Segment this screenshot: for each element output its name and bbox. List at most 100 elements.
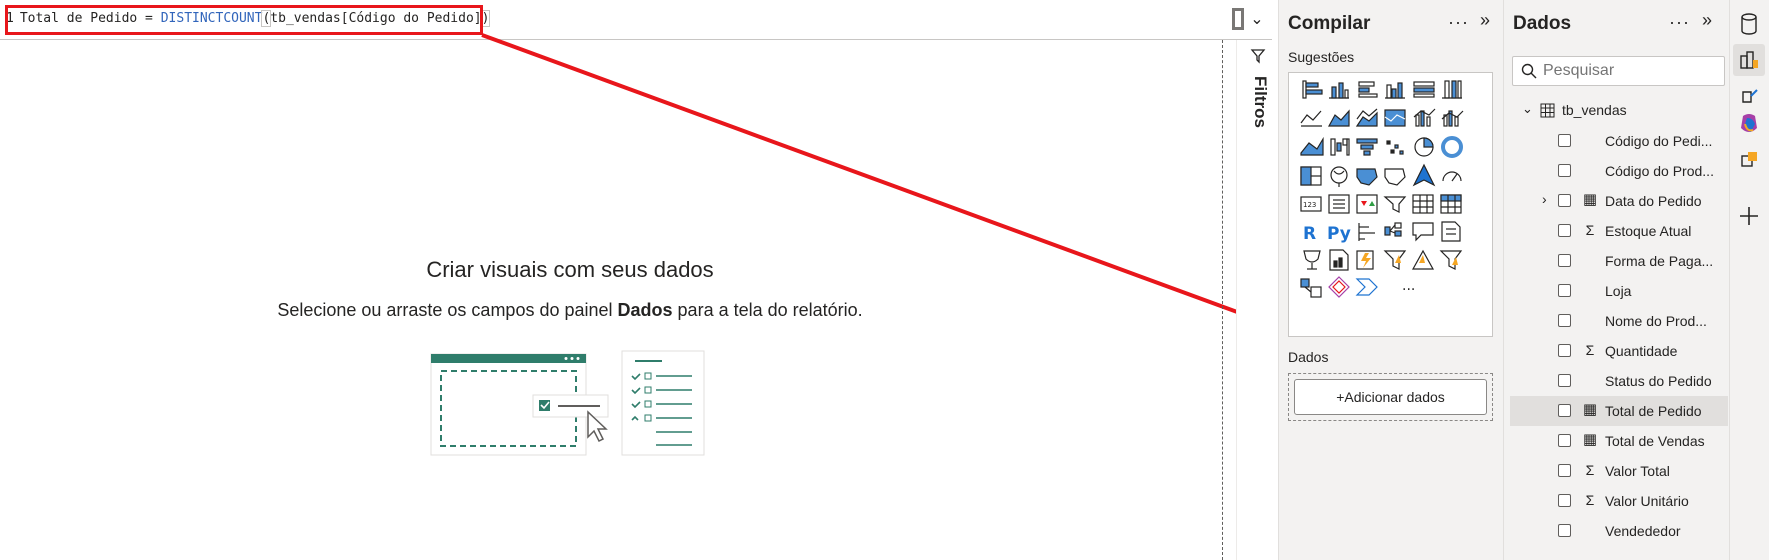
field-row[interactable]: Código do Pedi...: [1510, 126, 1728, 156]
more-visuals-icon[interactable]: ···: [1402, 282, 1415, 298]
chevron-right-icon[interactable]: ›: [1542, 191, 1547, 207]
stacked-area-chart-icon[interactable]: [1355, 108, 1378, 127]
filter-icon[interactable]: [1250, 48, 1266, 64]
r-visual-icon[interactable]: R: [1303, 224, 1316, 244]
bookmark-pane-toggle-icon[interactable]: [1733, 145, 1765, 177]
data-search-input[interactable]: [1541, 60, 1721, 82]
field-row[interactable]: ▦ Total de Vendas: [1510, 426, 1728, 456]
sigma-icon: Σ: [1585, 462, 1595, 478]
field-checkbox[interactable]: [1558, 224, 1571, 237]
field-row[interactable]: Σ Quantidade: [1510, 336, 1728, 366]
data-pane-toggle-icon[interactable]: [1733, 8, 1765, 40]
copilot-icon[interactable]: [1733, 108, 1765, 140]
data-pane-collapse-icon[interactable]: »: [1702, 10, 1712, 31]
card-icon[interactable]: 123: [1300, 196, 1322, 212]
build-pane-more-icon[interactable]: ···: [1448, 12, 1469, 33]
ribbon-chart-icon[interactable]: [1300, 136, 1324, 156]
power-apps-visual-icon[interactable]: [1328, 276, 1350, 298]
field-row[interactable]: Loja: [1510, 276, 1728, 306]
calculator-icon: ▦: [1582, 431, 1598, 448]
shape-map-icon[interactable]: [1384, 168, 1406, 186]
power-automate-icon[interactable]: [1356, 250, 1374, 270]
line-stacked-column-chart-icon[interactable]: [1441, 110, 1464, 127]
data-pane-more-icon[interactable]: ···: [1669, 12, 1690, 33]
scatter-chart-icon[interactable]: [1386, 140, 1404, 155]
100-stacked-column-chart-icon[interactable]: [1442, 80, 1462, 99]
chevron-down-icon[interactable]: ⌄: [1522, 101, 1533, 117]
kpi-icon[interactable]: [1356, 194, 1378, 214]
python-visual-icon[interactable]: Py: [1327, 224, 1351, 244]
field-checkbox[interactable]: [1558, 164, 1571, 177]
add-data-button[interactable]: +Adicionar dados: [1294, 379, 1487, 415]
line-chart-icon[interactable]: [1300, 110, 1322, 127]
table-icon[interactable]: [1412, 194, 1434, 214]
qna-icon[interactable]: [1412, 222, 1434, 242]
custom-visual-b-icon[interactable]: [1439, 250, 1463, 270]
stacked-column-chart-icon[interactable]: [1329, 82, 1349, 99]
area-chart-icon[interactable]: [1327, 109, 1350, 127]
field-row[interactable]: Código do Prod...: [1510, 156, 1728, 186]
custom-visual-a-icon[interactable]: [1411, 249, 1435, 270]
field-checkbox[interactable]: [1558, 284, 1571, 297]
funnel-chart-icon[interactable]: [1356, 138, 1378, 156]
field-checkbox[interactable]: [1558, 464, 1571, 477]
field-row[interactable]: › ▦ Data do Pedido: [1510, 186, 1728, 216]
data-search-box[interactable]: [1512, 56, 1725, 86]
field-row[interactable]: Status do Pedido: [1510, 366, 1728, 396]
clustered-column-chart-icon[interactable]: [1385, 82, 1405, 99]
empty-canvas-illustration: [430, 350, 705, 456]
power-apps-icon[interactable]: [1383, 250, 1407, 270]
field-checkbox[interactable]: [1558, 344, 1571, 357]
donut-chart-icon[interactable]: [1441, 136, 1463, 158]
azure-map-icon[interactable]: [1412, 163, 1436, 187]
gauge-icon[interactable]: [1442, 171, 1462, 182]
field-label: Quantidade: [1605, 343, 1678, 359]
metrics-icon[interactable]: [1303, 250, 1321, 270]
field-row[interactable]: Σ Valor Total: [1510, 456, 1728, 486]
field-row[interactable]: Vendededor: [1510, 516, 1728, 546]
field-row[interactable]: ▦ Total de Pedido: [1510, 396, 1728, 426]
canvas-page-border: [1222, 40, 1223, 560]
add-pane-icon[interactable]: [1733, 200, 1765, 232]
100-stacked-area-chart-icon[interactable]: [1384, 109, 1406, 127]
multi-row-card-icon[interactable]: [1328, 194, 1350, 214]
map-icon[interactable]: [1330, 166, 1348, 187]
field-label: Total de Vendas: [1605, 433, 1705, 449]
field-label: Total de Pedido: [1605, 403, 1702, 419]
field-row[interactable]: Σ Estoque Atual: [1510, 216, 1728, 246]
field-label: Estoque Atual: [1605, 223, 1692, 239]
field-checkbox[interactable]: [1558, 254, 1571, 267]
pie-chart-icon[interactable]: [1414, 137, 1434, 157]
build-pane-collapse-icon[interactable]: »: [1480, 10, 1490, 31]
waterfall-chart-icon[interactable]: [1330, 138, 1350, 156]
filled-map-icon[interactable]: [1356, 168, 1378, 186]
smart-narrative-icon[interactable]: [1441, 221, 1461, 242]
line-clustered-column-chart-icon[interactable]: [1413, 108, 1436, 127]
field-label: Nome do Prod...: [1605, 313, 1707, 329]
power-automate-flow-icon[interactable]: [1300, 278, 1322, 298]
stacked-bar-chart-icon[interactable]: [1302, 80, 1323, 99]
search-icon: [1521, 63, 1537, 79]
field-checkbox[interactable]: [1558, 314, 1571, 327]
matrix-icon[interactable]: [1440, 194, 1462, 214]
field-checkbox[interactable]: [1558, 374, 1571, 387]
field-row[interactable]: Nome do Prod...: [1510, 306, 1728, 336]
field-checkbox[interactable]: [1558, 434, 1571, 447]
build-pane-toggle-icon[interactable]: [1733, 44, 1765, 76]
treemap-icon[interactable]: [1300, 166, 1322, 186]
field-checkbox[interactable]: [1558, 404, 1571, 417]
field-checkbox[interactable]: [1558, 194, 1571, 207]
key-influencers-icon[interactable]: [1358, 223, 1375, 241]
narrative-icon[interactable]: [1355, 278, 1378, 296]
field-checkbox[interactable]: [1558, 134, 1571, 147]
decomposition-tree-icon[interactable]: [1384, 222, 1402, 237]
field-row[interactable]: Forma de Paga...: [1510, 246, 1728, 276]
paginated-report-icon[interactable]: [1329, 249, 1349, 271]
slicer-icon[interactable]: [1383, 196, 1407, 213]
field-checkbox[interactable]: [1558, 494, 1571, 507]
100-stacked-bar-chart-icon[interactable]: [1413, 81, 1435, 98]
field-checkbox[interactable]: [1558, 524, 1571, 537]
filters-pane-label[interactable]: Filtros: [1240, 76, 1270, 166]
clustered-bar-chart-icon[interactable]: [1358, 81, 1378, 98]
field-row[interactable]: Σ Valor Unitário: [1510, 486, 1728, 516]
